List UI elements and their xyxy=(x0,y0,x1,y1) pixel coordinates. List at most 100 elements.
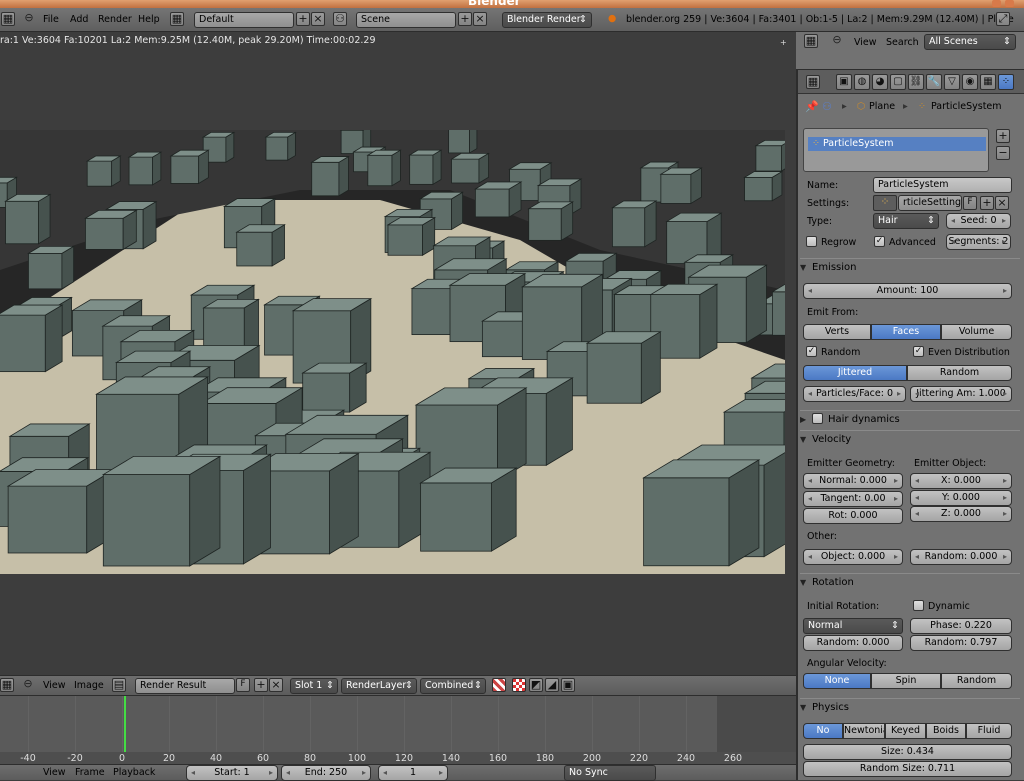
collapse-menus-icon[interactable]: ⊖ xyxy=(830,34,844,48)
object-x-velocity-field[interactable]: X: 0.000 xyxy=(910,473,1012,489)
rotation-mode-select[interactable]: Normal⇕ xyxy=(803,618,903,634)
random-size-field[interactable]: Random Size: 0.711 xyxy=(803,761,1012,777)
world-tab-icon[interactable]: ◕ xyxy=(872,74,888,90)
physics-no-button[interactable]: No xyxy=(803,723,843,739)
collapse-menus-icon[interactable]: ⊖ xyxy=(21,678,35,692)
screen-layout-field[interactable]: Default xyxy=(194,12,294,28)
rotation-panel-header[interactable]: ▼Rotation xyxy=(800,573,1020,591)
particles-tab-icon[interactable]: ⁘ xyxy=(998,74,1014,90)
data-tab-icon[interactable]: ▽ xyxy=(944,74,960,90)
even-distribution-checkbox[interactable]: ✓ xyxy=(913,346,924,357)
scene-field[interactable]: Scene xyxy=(356,12,456,28)
rotation-random-field[interactable]: Random: 0.000 xyxy=(803,635,903,651)
menu-view[interactable]: View xyxy=(43,680,66,691)
menu-render[interactable]: Render xyxy=(98,14,132,25)
constraints-tab-icon[interactable]: ⛓ xyxy=(908,74,924,90)
outliner-scope-select[interactable]: All Scenes⇕ xyxy=(924,34,1016,50)
scene-icon[interactable]: ⚇ xyxy=(333,12,347,26)
breadcrumb-particles[interactable]: ParticleSystem xyxy=(931,101,1002,112)
settings-name-field[interactable]: rticleSettings xyxy=(898,195,962,211)
hair-dynamics-panel-header[interactable]: ▶Hair dynamics xyxy=(800,410,1020,428)
add-screen-button[interactable]: + xyxy=(296,12,310,26)
menu-playback[interactable]: Playback xyxy=(113,767,155,778)
render-result-image[interactable] xyxy=(0,130,785,574)
particles-per-face-field[interactable]: Particles/Face: 0 xyxy=(803,386,906,402)
image-browse-icon[interactable]: ▤ xyxy=(112,678,126,692)
scene-browse-icon[interactable]: ⚇ xyxy=(822,100,832,113)
amount-field[interactable]: Amount: 100 xyxy=(803,283,1012,299)
rot-velocity-field[interactable]: Rot: 0.000 xyxy=(803,508,903,524)
seed-field[interactable]: Seed: 0 xyxy=(946,213,1011,229)
remove-particle-system-button[interactable]: − xyxy=(996,146,1010,160)
scene-tab-icon[interactable]: ◍ xyxy=(854,74,870,90)
physics-keyed-button[interactable]: Keyed xyxy=(885,723,926,739)
physics-newtonian-button[interactable]: Newtonia xyxy=(843,723,885,739)
end-frame-field[interactable]: End: 250 xyxy=(281,765,371,781)
random-checkbox[interactable]: ✓ xyxy=(806,346,817,357)
object-tab-icon[interactable]: ▢ xyxy=(890,74,906,90)
add-scene-button[interactable]: + xyxy=(458,12,472,26)
maximize-button[interactable] xyxy=(1005,0,1014,7)
modifiers-tab-icon[interactable]: 🔧 xyxy=(926,74,942,90)
unlink-image-button[interactable]: × xyxy=(269,678,283,692)
angular-spin-button[interactable]: Spin xyxy=(871,673,941,689)
pin-icon[interactable]: 📌 xyxy=(805,100,819,113)
name-field[interactable]: ParticleSystem xyxy=(873,177,1012,193)
particle-system-list[interactable]: ⁘ ParticleSystem xyxy=(803,128,989,172)
settings-browse-icon[interactable]: ⁘ xyxy=(873,195,897,211)
object-velocity-field[interactable]: Object: 0.000 xyxy=(803,549,903,565)
slot-select[interactable]: Slot 1⇕ xyxy=(290,678,338,694)
image-name-field[interactable]: Render Result xyxy=(135,678,235,694)
object-z-velocity-field[interactable]: Z: 0.000 xyxy=(910,506,1012,522)
fullscreen-icon[interactable]: ⤢ xyxy=(996,12,1010,26)
collapse-menus-icon[interactable]: ⊖ xyxy=(22,12,36,26)
jittering-amount-field[interactable]: Jittering Am: 1.000 xyxy=(910,386,1012,402)
size-field[interactable]: Size: 0.434 xyxy=(803,744,1012,760)
texture-tab-icon[interactable]: ▦ xyxy=(980,74,996,90)
object-y-velocity-field[interactable]: Y: 0.000 xyxy=(910,490,1012,506)
advanced-checkbox[interactable]: ✓ xyxy=(874,236,885,247)
emit-volume-button[interactable]: Volume xyxy=(941,324,1012,340)
lock-icon[interactable]: ▣ xyxy=(561,678,575,692)
emit-faces-button[interactable]: Faces xyxy=(871,324,941,340)
menu-help[interactable]: Help xyxy=(138,14,160,25)
render-layer-select[interactable]: RenderLayer⇕ xyxy=(341,678,417,694)
minimize-button[interactable] xyxy=(992,0,1001,7)
new-settings-button[interactable]: + xyxy=(980,196,994,210)
phase-field[interactable]: Phase: 0.220 xyxy=(910,618,1012,634)
random-velocity-field[interactable]: Random: 0.000 xyxy=(910,549,1012,565)
menu-view[interactable]: View xyxy=(854,37,877,48)
render-engine-select[interactable]: Blender Render⇕ xyxy=(502,12,592,28)
editor-type-icon[interactable]: ▦ xyxy=(806,75,820,89)
gradient-icon[interactable]: ◢ xyxy=(545,678,559,692)
region-toggle-icon[interactable]: + xyxy=(780,38,787,47)
random-distribution-button[interactable]: Random xyxy=(907,365,1012,381)
jittered-button[interactable]: Jittered xyxy=(803,365,907,381)
new-image-button[interactable]: + xyxy=(254,678,268,692)
editor-type-icon[interactable]: ▦ xyxy=(0,678,14,692)
type-select[interactable]: Hair⇕ xyxy=(873,213,939,229)
z-buffer-icon[interactable]: ◩ xyxy=(529,678,543,692)
menu-image[interactable]: Image xyxy=(74,680,104,691)
regrow-checkbox[interactable] xyxy=(806,236,817,247)
current-frame-field[interactable]: 1 xyxy=(378,765,448,781)
physics-boids-button[interactable]: Boids xyxy=(926,723,966,739)
list-item[interactable]: ⁘ ParticleSystem xyxy=(808,137,986,151)
physics-fluid-button[interactable]: Fluid xyxy=(966,723,1012,739)
menu-frame[interactable]: Frame xyxy=(75,767,105,778)
editor-type-icon[interactable]: ▦ xyxy=(804,34,818,48)
screen-layout-icon[interactable]: ▦ xyxy=(170,12,184,26)
settings-fake-user-button[interactable]: F xyxy=(963,196,977,210)
delete-screen-button[interactable]: × xyxy=(311,12,325,26)
angular-random-button[interactable]: Random xyxy=(941,673,1012,689)
alpha-checker-icon[interactable] xyxy=(512,678,526,692)
menu-add[interactable]: Add xyxy=(70,14,88,25)
segments-field[interactable]: Segments: 2 xyxy=(946,234,1011,250)
menu-search[interactable]: Search xyxy=(886,37,919,48)
emission-panel-header[interactable]: ▼Emission xyxy=(800,258,1020,276)
current-frame-indicator[interactable] xyxy=(124,696,126,752)
render-tab-icon[interactable]: ▣ xyxy=(836,74,852,90)
normal-velocity-field[interactable]: Normal: 0.000 xyxy=(803,473,903,489)
dynamic-checkbox[interactable] xyxy=(913,600,924,611)
sync-mode-select[interactable]: No Sync xyxy=(564,765,656,781)
